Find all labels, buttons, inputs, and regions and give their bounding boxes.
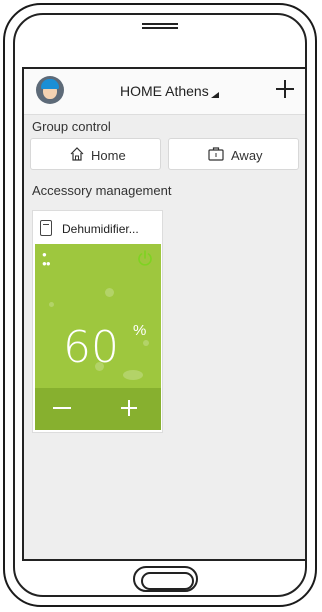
humidity-value: 60 [63,322,119,373]
power-icon[interactable] [137,250,153,266]
device-card[interactable]: Dehumidifier... ● ●● 60 % [32,210,163,433]
increase-humidity-button[interactable] [121,400,137,416]
home-mode-button[interactable]: Home [30,138,161,170]
hardware-home-button[interactable] [133,566,198,592]
bubble-decoration [143,340,149,346]
decrease-humidity-button[interactable] [53,407,71,409]
home-title: HOME Athens [120,83,209,99]
avatar-cap [41,79,59,89]
dropdown-caret-icon [210,92,219,98]
bubble-decoration [105,288,114,297]
app-screen: HOME Athens Group control Home Away Acce… [22,67,307,561]
house-icon [70,147,84,161]
dehumidifier-icon [40,220,52,236]
device-name: Dehumidifier... [62,222,139,236]
speaker-grille [142,23,178,29]
water-drops-icon: ● ●● [42,250,51,268]
accessory-management-label: Accessory management [32,183,172,198]
away-mode-label: Away [231,148,263,163]
device-control-panel: ● ●● 60 % [35,244,161,430]
bubble-decoration [49,302,54,307]
humidity-unit: % [133,322,147,339]
panel-footer [35,388,161,430]
bubble-decoration [123,370,143,380]
away-mode-button[interactable]: Away [168,138,299,170]
group-control-label: Group control [32,119,111,134]
top-bar: HOME Athens [24,69,305,115]
add-button[interactable] [273,77,297,101]
avatar[interactable] [36,76,64,104]
suitcase-icon [208,147,224,161]
home-selector[interactable]: HOME Athens [120,83,219,99]
home-mode-label: Home [91,148,126,163]
